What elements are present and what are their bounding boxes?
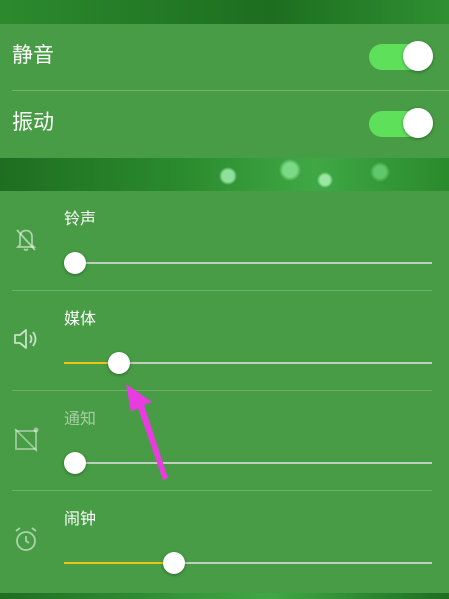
media-slider-thumb[interactable] [108,352,131,374]
vibrate-row[interactable]: 振动 [12,91,449,158]
alarm-clock-icon [15,527,37,551]
wallpaper-top [0,0,449,24]
wallpaper-band [0,158,449,191]
vibrate-switch[interactable] [369,108,433,138]
media-volume-row: 媒体 [0,291,449,391]
bell-muted-icon [15,229,37,251]
alarm-slider-thumb[interactable] [163,552,186,574]
vibrate-label: 振动 [12,110,54,134]
notification-volume-row: 通知 [0,391,449,491]
media-slider[interactable] [64,351,432,375]
ring-slider-rail [64,262,432,264]
ring-slider-thumb[interactable] [64,252,86,274]
alarm-slider-fill [64,562,175,564]
media-label: 媒体 [64,309,97,328]
alarm-label: 闹钟 [64,509,97,528]
speaker-icon [14,329,37,349]
ring-volume-row: 铃声 [0,191,449,291]
annotation-arrow-shape [126,384,168,480]
notification-label: 通知 [64,409,97,428]
wallpaper-bottom [0,593,449,599]
alarm-volume-row: 闹钟 [0,491,449,591]
alarm-slider[interactable] [64,551,432,575]
annotation-arrow-icon [126,384,168,480]
ring-label: 铃声 [64,209,97,228]
mute-row[interactable]: 静音 [12,24,449,91]
mute-switch[interactable] [369,41,433,71]
mute-label: 静音 [12,43,54,67]
mute-switch-knob[interactable] [403,41,433,71]
notification-muted-icon [14,427,39,452]
notification-slider-thumb[interactable] [64,452,86,474]
ring-slider[interactable] [64,251,432,275]
vibrate-switch-knob[interactable] [403,108,433,138]
